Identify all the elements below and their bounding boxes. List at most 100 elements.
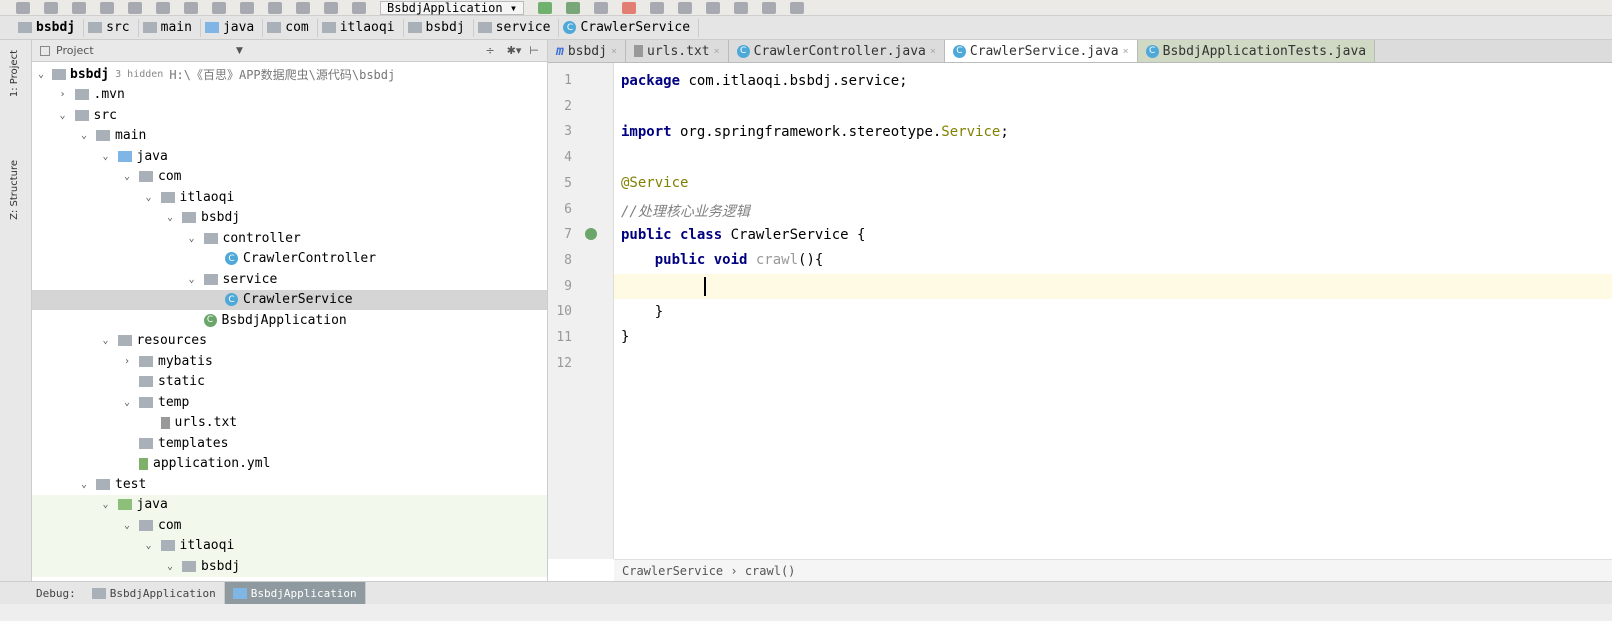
tree-item[interactable]: ⌄ java bbox=[32, 494, 547, 515]
project-structure-icon[interactable] bbox=[706, 1, 721, 14]
chevron-down-icon[interactable]: ⌄ bbox=[99, 335, 113, 346]
hide-icon[interactable]: ⊢ bbox=[529, 44, 539, 57]
tree-item[interactable]: › .mvn bbox=[32, 85, 547, 106]
tree-item-label: CrawlerController bbox=[243, 251, 377, 267]
spring-bean-icon[interactable] bbox=[585, 228, 597, 240]
breadcrumb-item[interactable]: com bbox=[263, 18, 318, 37]
tasks-icon[interactable] bbox=[790, 1, 805, 14]
tree-item[interactable]: C CrawlerService bbox=[32, 289, 547, 310]
build-icon[interactable] bbox=[352, 1, 366, 14]
stop-icon[interactable] bbox=[622, 1, 637, 14]
tree-item[interactable]: static bbox=[32, 372, 547, 393]
project-view-select[interactable]: Project bbox=[56, 44, 236, 57]
tree-item[interactable]: ⌄ test bbox=[32, 474, 547, 495]
chevron-down-icon[interactable]: ⌄ bbox=[120, 397, 134, 408]
chevron-down-icon[interactable]: ⌄ bbox=[185, 274, 199, 285]
tree-item[interactable]: ⌄ com bbox=[32, 515, 547, 536]
replace-icon[interactable] bbox=[268, 1, 282, 14]
chevron-down-icon[interactable]: ⌄ bbox=[142, 540, 156, 551]
breadcrumb-item[interactable]: main bbox=[139, 18, 201, 37]
tree-item[interactable]: ⌄ java bbox=[32, 146, 547, 167]
breadcrumb-item[interactable]: itlaoqi bbox=[318, 18, 404, 37]
tree-item[interactable]: ⌄ src bbox=[32, 105, 547, 126]
editor-breadcrumb[interactable]: CrawlerService › crawl() bbox=[614, 559, 1612, 581]
debug-icon[interactable] bbox=[566, 1, 581, 14]
redo-icon[interactable] bbox=[128, 1, 142, 14]
breadcrumb-item[interactable]: src bbox=[84, 18, 139, 37]
run-icon[interactable] bbox=[538, 1, 553, 14]
tree-item[interactable]: ⌄ controller bbox=[32, 228, 547, 249]
close-icon[interactable]: × bbox=[930, 46, 936, 57]
save-icon[interactable] bbox=[44, 1, 58, 14]
gear-icon[interactable]: ✱▾ bbox=[507, 44, 522, 57]
run-config-select[interactable]: BsbdjApplication ▾ bbox=[380, 0, 525, 15]
debug-tab[interactable]: BsbdjApplication bbox=[84, 581, 225, 605]
editor-tab[interactable]: C BsbdjApplicationTests.java bbox=[1137, 40, 1376, 62]
sdk-icon[interactable] bbox=[734, 1, 749, 14]
tree-item[interactable]: ⌄ bsbdj bbox=[32, 208, 547, 229]
close-icon[interactable]: × bbox=[1123, 46, 1129, 57]
tab-label: BsbdjApplicationTests.java bbox=[1162, 43, 1367, 59]
chevron-down-icon[interactable]: ⌄ bbox=[99, 151, 113, 162]
find-icon[interactable] bbox=[240, 1, 254, 14]
open-icon[interactable] bbox=[16, 1, 30, 14]
paste-icon[interactable] bbox=[212, 1, 226, 14]
dropdown-icon[interactable]: ▼ bbox=[236, 46, 243, 56]
tree-item[interactable]: ⌄ temp bbox=[32, 392, 547, 413]
breadcrumb-item[interactable]: java bbox=[201, 18, 264, 37]
tree-item[interactable]: C BsbdjApplication bbox=[32, 310, 547, 331]
breadcrumb-item[interactable]: C CrawlerService bbox=[559, 18, 700, 37]
chevron-down-icon[interactable]: ⌄ bbox=[163, 561, 177, 572]
back-icon[interactable] bbox=[296, 1, 310, 14]
copy-icon[interactable] bbox=[184, 1, 198, 14]
chevron-down-icon[interactable]: ⌄ bbox=[77, 479, 91, 490]
chevron-right-icon[interactable]: › bbox=[120, 356, 134, 367]
tree-item[interactable]: application.yml bbox=[32, 454, 547, 475]
editor-tab[interactable]: urls.txt × bbox=[626, 40, 729, 62]
settings-icon[interactable] bbox=[678, 1, 693, 14]
tree-item[interactable]: templates bbox=[32, 433, 547, 454]
cut-icon[interactable] bbox=[156, 1, 170, 14]
chevron-down-icon[interactable]: ⌄ bbox=[99, 499, 113, 510]
chevron-down-icon[interactable]: ⌄ bbox=[34, 69, 48, 80]
close-icon[interactable]: × bbox=[611, 46, 617, 57]
chevron-right-icon[interactable]: › bbox=[56, 89, 70, 100]
collapse-icon[interactable]: ÷ bbox=[485, 44, 494, 57]
tree-item[interactable]: ⌄ itlaoqi bbox=[32, 535, 547, 556]
side-tab-structure[interactable]: Z: Structure bbox=[9, 160, 20, 220]
chevron-down-icon[interactable]: ⌄ bbox=[163, 212, 177, 223]
tree-item-label: application.yml bbox=[153, 456, 271, 472]
tree-root[interactable]: ⌄ bsbdj 3 hidden H:\《百思》APP数据爬虫\源代码\bsbd… bbox=[32, 64, 547, 85]
breadcrumb-item[interactable]: service bbox=[474, 18, 560, 37]
tree-item[interactable]: › mybatis bbox=[32, 351, 547, 372]
chevron-down-icon[interactable]: ⌄ bbox=[185, 233, 199, 244]
chevron-down-icon[interactable]: ⌄ bbox=[120, 520, 134, 531]
chevron-down-icon[interactable]: ⌄ bbox=[120, 171, 134, 182]
tree-item[interactable]: ⌄ service bbox=[32, 269, 547, 290]
tree-item[interactable]: ⌄ main bbox=[32, 126, 547, 147]
tree-item[interactable]: C CrawlerController bbox=[32, 249, 547, 270]
structure-icon[interactable] bbox=[650, 1, 665, 14]
breadcrumb-item[interactable]: bsbdj bbox=[404, 18, 474, 37]
side-tab-project[interactable]: 1: Project bbox=[9, 50, 20, 97]
tree-item[interactable]: ⌄ bsbdj bbox=[32, 556, 547, 577]
editor-tab[interactable]: C CrawlerController.java × bbox=[729, 40, 945, 62]
chevron-down-icon[interactable]: ⌄ bbox=[77, 130, 91, 141]
undo-icon[interactable] bbox=[100, 1, 114, 14]
tree-item[interactable]: ⌄ resources bbox=[32, 331, 547, 352]
forward-icon[interactable] bbox=[324, 1, 338, 14]
help-icon[interactable] bbox=[762, 1, 777, 14]
breadcrumb-item[interactable]: bsbdj bbox=[14, 18, 85, 37]
close-icon[interactable]: × bbox=[714, 46, 720, 57]
coverage-icon[interactable] bbox=[594, 1, 609, 14]
editor-tab[interactable]: m bsbdj × bbox=[548, 40, 626, 62]
editor-tab[interactable]: C CrawlerService.java × bbox=[944, 40, 1138, 62]
sync-icon[interactable] bbox=[72, 1, 86, 14]
debug-tab-active[interactable]: BsbdjApplication bbox=[224, 581, 366, 605]
class-icon: C bbox=[952, 44, 966, 58]
chevron-down-icon[interactable]: ⌄ bbox=[142, 192, 156, 203]
tree-item[interactable]: ⌄ com bbox=[32, 167, 547, 188]
tree-item[interactable]: ⌄ itlaoqi bbox=[32, 187, 547, 208]
tree-item[interactable]: urls.txt bbox=[32, 413, 547, 434]
chevron-down-icon[interactable]: ⌄ bbox=[56, 110, 70, 121]
